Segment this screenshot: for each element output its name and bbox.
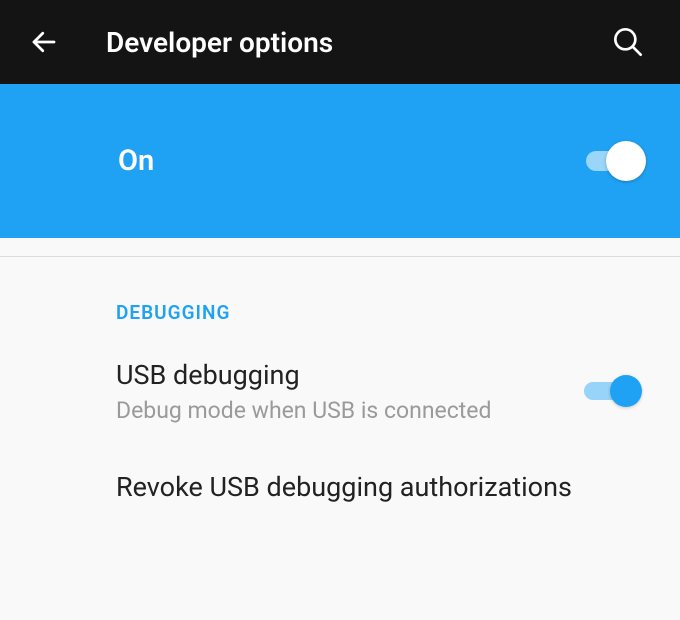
setting-title: USB debugging — [116, 358, 564, 393]
developer-options-master[interactable]: On — [0, 84, 680, 238]
usb-debugging-toggle[interactable] — [584, 375, 642, 407]
section-header-debugging: DEBUGGING — [0, 257, 680, 324]
setting-usb-debugging[interactable]: USB debugging Debug mode when USB is con… — [0, 324, 680, 424]
setting-title: Revoke USB debugging authorizations — [116, 470, 642, 505]
setting-subtitle: Debug mode when USB is connected — [116, 397, 564, 424]
back-arrow-icon — [29, 27, 59, 57]
toggle-thumb — [610, 375, 642, 407]
master-toggle[interactable] — [586, 141, 642, 181]
setting-text: USB debugging Debug mode when USB is con… — [116, 358, 564, 424]
search-button[interactable] — [608, 22, 648, 62]
back-button[interactable] — [28, 26, 60, 58]
page-title: Developer options — [106, 26, 608, 59]
search-icon — [612, 26, 644, 58]
master-status-label: On — [118, 144, 586, 178]
app-header: Developer options — [0, 0, 680, 84]
setting-text: Revoke USB debugging authorizations — [116, 470, 642, 505]
toggle-thumb — [606, 141, 646, 181]
setting-revoke-auth[interactable]: Revoke USB debugging authorizations — [0, 424, 680, 505]
